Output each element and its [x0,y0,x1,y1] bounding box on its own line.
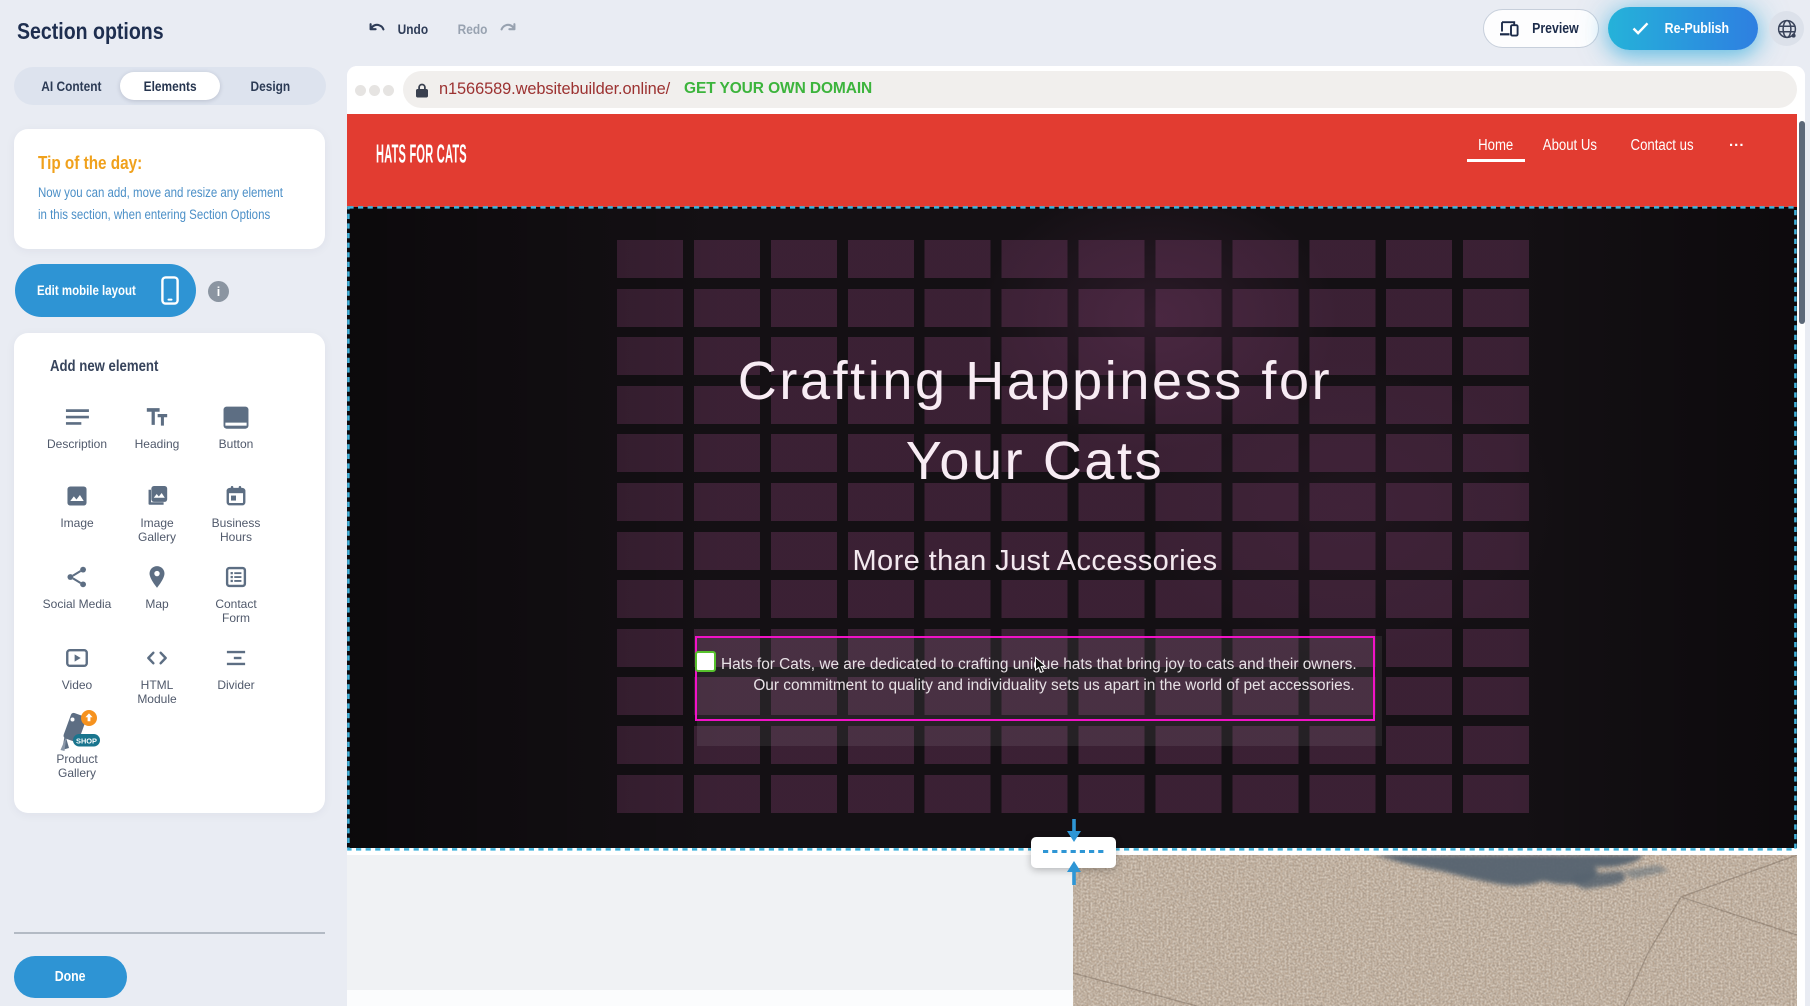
svg-text:SHOP: SHOP [76,736,97,745]
